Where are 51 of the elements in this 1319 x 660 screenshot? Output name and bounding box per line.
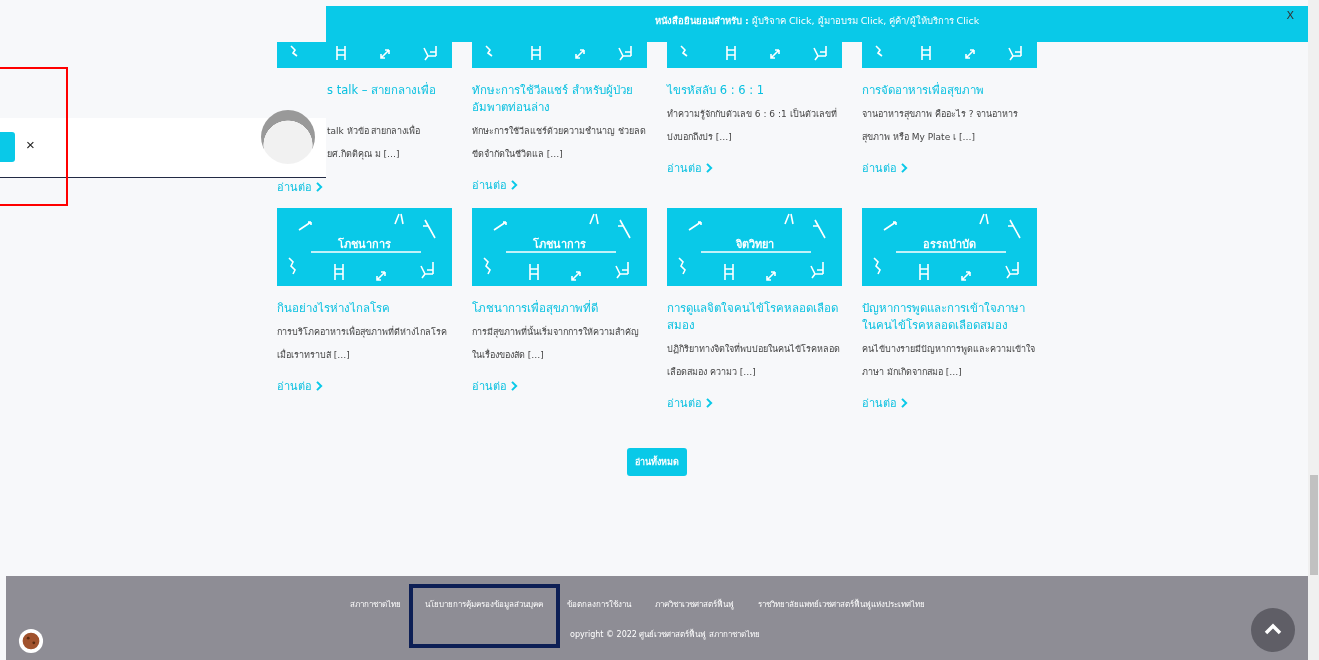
- chevron-icon: [706, 163, 713, 173]
- article-excerpt: ทำความรู้จักกับตัวเลข 6 : 6 :1 เป็นตัวเลขที่บ่งบอกถึงปร […]: [667, 107, 838, 144]
- article-title[interactable]: กินอย่างไรห่างไกลโรค: [277, 300, 452, 317]
- footer-link[interactable]: นโยบายการคุ้มครองข้อมูลส่วนบุคค: [425, 598, 543, 611]
- article-title[interactable]: ปัญหาการพูดและการเข้าใจภาษาในคนไข้โรคหลอดเลือดสมอง: [862, 300, 1037, 334]
- article-excerpt: talk หัวข้อ สายกลางเพื่อ ยศ.กิตติคุณ ม […]: [327, 124, 422, 162]
- article-title[interactable]: ทักษะการใช้วีลแชร์ สำหรับผู้ป่วยอัมพาตท่อนล่าง: [472, 82, 647, 116]
- article-excerpt: การมีสุขภาพที่นั้นเริ่มจากการให้ความสำคัญในเรื่องของสัด […]: [472, 325, 640, 362]
- category-label: จิตวิทยา: [734, 237, 775, 253]
- read-more-link[interactable]: อ่านต่อ: [667, 394, 713, 412]
- copyright-text: opyright © 2022 ศูนย์เวชศาสตร์ฟื้นฟู สภากาชาดไทย: [569, 628, 761, 641]
- consent-text: หนังสือยินยอมสำหรับ : ผู้บริจาค Click, ผู้มาอบรม Click, คู่ค้า/ผู้ให้บริการ Click: [654, 13, 980, 28]
- article-title[interactable]: s talk – สายกลางเพื่อ: [327, 82, 452, 116]
- chevron-icon: [511, 381, 518, 391]
- chevron-icon: [511, 180, 518, 190]
- article-excerpt: การบริโภคอาหารเพื่อสุขภาพที่ดีห่างไกลโรค เมื่อเราทราบสั […]: [277, 325, 448, 362]
- read-more-link[interactable]: อ่านต่อ: [472, 176, 518, 194]
- footer-link[interactable]: ราชวิทยาลัยแพทย์เวชศาสตร์ฟื้นฟูแห่งประเทศไทย: [758, 598, 925, 611]
- article-title[interactable]: การจัดอาหารเพื่อสุขภาพ: [862, 82, 1037, 99]
- read-more-link[interactable]: อ่านต่อ: [277, 377, 323, 395]
- category-label: โภชนาการ: [532, 236, 587, 253]
- article-excerpt: ปฏิกิริยาทางจิตใจที่พบบ่อยในคนไข้โรคหลอดเลือดสมอง ความว […]: [667, 342, 841, 379]
- read-more-link[interactable]: อ่านต่อ: [277, 178, 323, 196]
- article-title[interactable]: การดูแลจิตใจคนไข้โรคหลอดเลือดสมอง: [667, 300, 842, 334]
- category-label: อรรถบำบัด: [922, 237, 977, 253]
- scrollbar[interactable]: [1308, 0, 1319, 660]
- chevron-icon: [706, 398, 713, 408]
- close-button[interactable]: ×: [26, 136, 35, 153]
- popup-button[interactable]: [0, 132, 15, 162]
- article-excerpt: คนไข้บางรายมีปัญหาการพูดและความเข้าใจภาษา มักเกิดจากสมอ […]: [862, 343, 1036, 379]
- read-more-link[interactable]: อ่านต่อ: [667, 159, 713, 177]
- scrollbar-thumb[interactable]: [1310, 475, 1318, 575]
- cookie-icon[interactable]: [18, 628, 44, 654]
- article-excerpt: ทักษะการใช้วีลแชร์ด้วยความชำนาญ ช่วยลดขีดจำกัดในชีวิตแล […]: [472, 125, 647, 161]
- read-more-link[interactable]: อ่านต่อ: [862, 159, 908, 177]
- chevron-icon: [316, 381, 323, 391]
- chevron-icon: [901, 163, 908, 173]
- footer-link[interactable]: ภาควิชาเวชศาสตร์ฟื้นฟู: [655, 598, 734, 611]
- chevron-icon: [901, 398, 908, 408]
- scroll-top-button[interactable]: [1251, 608, 1295, 652]
- footer-link[interactable]: ข้อตกลงการใช้งาน: [567, 598, 631, 611]
- article-title[interactable]: โภชนาการเพื่อสุขภาพที่ดี: [472, 300, 647, 317]
- category-label: โภชนาการ: [337, 236, 392, 253]
- read-more-link[interactable]: อ่านต่อ: [862, 394, 908, 412]
- read-more-link[interactable]: อ่านต่อ: [472, 377, 518, 395]
- read-all-button[interactable]: อ่านทั้งหมด: [627, 448, 687, 476]
- article-title[interactable]: ไขรหัสลับ 6 : 6 : 1: [667, 82, 842, 99]
- footer-link[interactable]: สภากาชาดไทย: [350, 598, 401, 611]
- chevron-icon: [316, 182, 323, 192]
- close-button[interactable]: X: [1280, 8, 1300, 23]
- article-excerpt: จานอาหารสุขภาพ คืออะไร ? จานอาหารสุขภาพ หรือ My Plate เ […]: [862, 108, 1020, 145]
